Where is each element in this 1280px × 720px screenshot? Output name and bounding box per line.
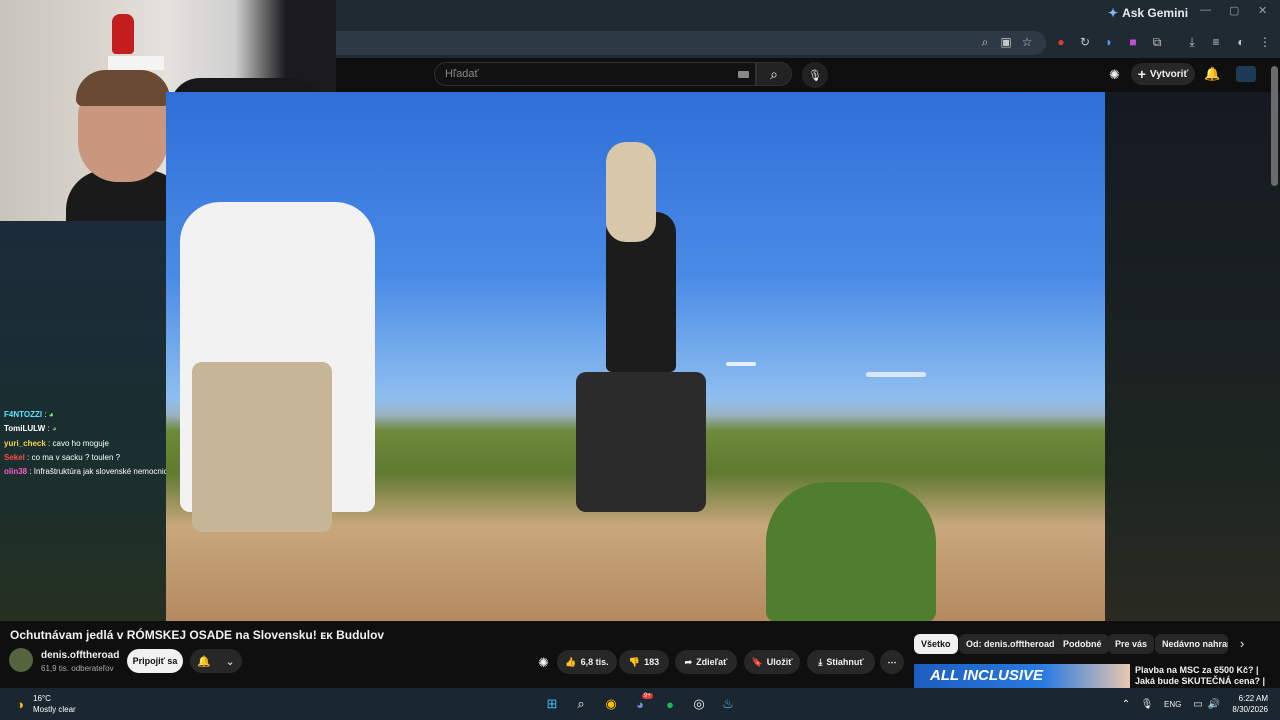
voice-search-button[interactable]: 🎙 [802, 62, 828, 88]
profile-avatar-icon[interactable]: ◐ [1233, 34, 1249, 50]
tab-search-icon[interactable]: ≡ [1208, 34, 1224, 50]
chevron-right-icon[interactable]: › [1240, 636, 1244, 651]
cast-icon[interactable]: ▣ [998, 34, 1014, 50]
figurine [112, 14, 134, 54]
channel-name[interactable]: denis.offtheroad [41, 650, 119, 661]
plus-icon: + [1137, 66, 1146, 82]
search-input[interactable]: Hľadať [434, 62, 756, 86]
extension-red-icon[interactable]: ● [1053, 34, 1069, 50]
steam-icon[interactable]: ♨ [718, 694, 738, 714]
page-scrollbar[interactable] [1271, 66, 1278, 186]
weather-description[interactable]: Mostly clear [33, 705, 76, 714]
chat-message: Sekel : co ma v sacku ? toulen ? [4, 453, 121, 462]
join-button[interactable]: Pripojiť sa [127, 649, 183, 673]
close-window-button[interactable]: ✕ [1258, 4, 1267, 17]
video-title: Ochutnávam jedlá v RÓMSKEJ OSADE na Slov… [10, 628, 385, 642]
gem-icon[interactable]: ✺ [1109, 67, 1120, 83]
save-button[interactable]: 🔖 Uložiť [744, 650, 800, 674]
discord-badge: 9+ [642, 693, 653, 699]
stream-chat-panel [0, 221, 166, 621]
extension-audio-icon[interactable]: ◗ [1101, 34, 1117, 50]
extension-purple-icon[interactable]: ■ [1125, 34, 1141, 50]
account-avatar[interactable] [1236, 66, 1256, 82]
person-dark-pants [576, 372, 706, 512]
gemini-icon: ✦ [1108, 6, 1119, 20]
chip-all[interactable]: Všetko [914, 634, 958, 654]
chat-message: olin38 : Infraštruktúra jak slovenské ne… [4, 467, 173, 476]
download-button[interactable]: ⤓ Stiahnuť [807, 650, 875, 674]
share-button[interactable]: ➦ Zdieľať [675, 650, 737, 674]
windows-start-icon[interactable]: ⊞ [542, 694, 562, 714]
more-actions-button[interactable]: ⋯ [880, 650, 904, 674]
thumbs-down-icon: 👎 [628, 656, 641, 667]
create-button[interactable]: + Vytvoriť [1131, 63, 1195, 85]
thumbs-up-icon: 👍 [565, 656, 577, 667]
taskbar-search-icon[interactable]: ⌕ [571, 694, 591, 714]
minimize-button[interactable]: — [1200, 4, 1211, 16]
shelf [108, 56, 164, 70]
maximize-button[interactable]: ▢ [1229, 4, 1239, 17]
mic-icon: 🎙 [808, 69, 822, 82]
obs-icon[interactable]: ◎ [689, 694, 709, 714]
chip-for-you[interactable]: Pre vás [1108, 634, 1155, 654]
spotify-icon[interactable]: ● [660, 694, 680, 714]
microphone-tray-icon[interactable]: 🎙 [1137, 694, 1157, 714]
chrome-icon[interactable]: ◉ [601, 694, 621, 714]
dislike-button[interactable]: 👎 183 [619, 650, 669, 674]
subscription-bell-button[interactable]: 🔔 ⌄ [190, 649, 242, 673]
video-player[interactable] [166, 92, 1105, 621]
download-icon: ⤓ [818, 656, 823, 667]
chip-similar[interactable]: Podobné [1056, 634, 1109, 654]
channel-avatar[interactable] [9, 648, 33, 672]
weather-temperature[interactable]: 16°C [33, 694, 51, 703]
notifications-bell-icon[interactable]: 🔔 [1204, 66, 1220, 82]
clock-date[interactable]: 8/30/2026 [1216, 705, 1268, 714]
download-icon[interactable]: ⤓ [1184, 34, 1200, 50]
zoom-icon[interactable]: ⌕ [977, 34, 993, 50]
chrome-menu-icon[interactable]: ⋮ [1257, 34, 1273, 50]
keyboard-icon[interactable] [738, 71, 749, 78]
child-on-shoulders [606, 142, 656, 242]
clock-time[interactable]: 6:22 AM [1226, 694, 1268, 703]
chat-message: TomiLULW : ◕ [4, 424, 57, 433]
like-button[interactable]: 👍 6,8 tis. [557, 650, 617, 674]
language-indicator[interactable]: ENG [1164, 700, 1181, 709]
bookmark-star-icon[interactable]: ☆ [1019, 34, 1035, 50]
gem-action-icon[interactable]: ✺ [538, 655, 549, 671]
chat-message: F4NTOZZI : ◕ [4, 410, 54, 419]
cloud [866, 372, 926, 377]
extensions-puzzle-icon[interactable]: ⧉ [1149, 34, 1165, 50]
search-button[interactable]: ⌕ [756, 62, 792, 86]
address-bar[interactable] [336, 31, 1046, 55]
share-icon: ➦ [684, 656, 693, 667]
chevron-down-icon: ⌄ [225, 655, 235, 668]
thumbnail-text: ALL INCLUSIVE [930, 667, 1044, 684]
chip-recently-uploaded[interactable]: Nedávno nahrané [1155, 634, 1228, 654]
bookmark-icon: 🔖 [751, 656, 763, 667]
streamer-hair [76, 70, 170, 106]
chat-message: yuri_check : cavo ho moguje [4, 439, 109, 448]
green-bush [766, 482, 936, 621]
extension-icon[interactable]: ↻ [1077, 34, 1093, 50]
bell-icon: 🔔 [197, 655, 211, 668]
chip-from-channel[interactable]: Od: denis.offtheroad [959, 634, 1062, 654]
person-shorts [192, 362, 332, 532]
ask-gemini-button[interactable]: ✦ Ask Gemini [1108, 6, 1188, 20]
recommendation-title[interactable]: Plavba na MSC za 6500 Kč? | Jaká bude SKU… [1135, 665, 1275, 687]
cloud [726, 362, 756, 366]
more-icon: ⋯ [887, 656, 897, 667]
search-icon: ⌕ [770, 65, 778, 82]
video-side-blur [1105, 92, 1280, 621]
tray-chevron-up-icon[interactable]: ⌃ [1116, 694, 1136, 714]
subscriber-count: 61,9 tis. odberateľov [41, 664, 114, 673]
weather-icon[interactable]: ◑ [10, 694, 30, 714]
